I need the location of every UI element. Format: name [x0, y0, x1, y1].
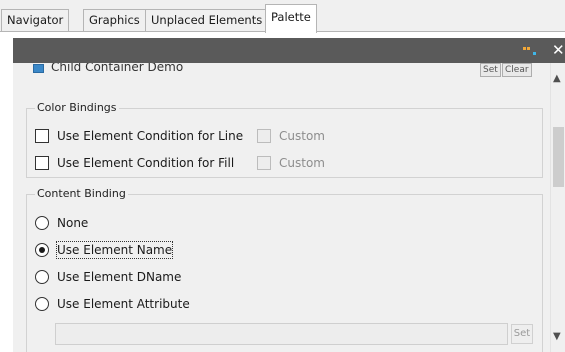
fill-condition-row: Use Element Condition for Fill Custom — [35, 155, 535, 173]
fill-condition-label[interactable]: Use Element Condition for Fill — [57, 155, 234, 171]
line-custom-label: Custom — [279, 129, 325, 143]
scroll-up-icon[interactable]: ▲ — [553, 73, 561, 84]
radio-none[interactable]: None — [35, 215, 335, 233]
line-condition-label[interactable]: Use Element Condition for Line — [57, 128, 243, 144]
radio-element-name-button[interactable] — [35, 243, 49, 257]
line-condition-row: Use Element Condition for Line Custom — [35, 128, 535, 146]
vertical-scrollbar[interactable]: ▲ ▼ — [550, 63, 565, 352]
line-condition-checkbox[interactable] — [35, 129, 49, 143]
panel-toolbar: ✕ — [13, 38, 565, 63]
child-container-row: Child Container Demo Set Clear — [13, 63, 550, 85]
container-icon — [33, 64, 44, 73]
radio-none-label[interactable]: None — [57, 215, 88, 231]
radio-selected-dot — [39, 247, 45, 253]
radio-element-attribute[interactable]: Use Element Attribute — [35, 296, 335, 314]
scroll-down-icon[interactable]: ▼ — [553, 331, 561, 342]
attribute-input[interactable] — [55, 323, 508, 345]
tab-palette[interactable]: Palette — [265, 4, 317, 33]
set-button[interactable]: Set — [480, 63, 501, 77]
fill-custom-label: Custom — [279, 156, 325, 170]
palette-icon[interactable] — [522, 46, 538, 56]
attribute-set-button[interactable]: Set — [511, 324, 533, 344]
palette-content: Child Container Demo Set Clear Color Bin… — [13, 63, 550, 352]
radio-element-name[interactable]: Use Element Name — [35, 241, 335, 260]
close-icon[interactable]: ✕ — [552, 41, 565, 59]
line-custom-checkbox[interactable] — [257, 129, 271, 143]
color-bindings-group: Color Bindings Use Element Condition for… — [26, 101, 543, 178]
tab-navigator[interactable]: Navigator — [1, 9, 70, 32]
content-binding-title: Content Binding — [35, 187, 128, 200]
radio-element-attribute-label[interactable]: Use Element Attribute — [57, 296, 190, 312]
fill-condition-checkbox[interactable] — [35, 156, 49, 170]
radio-element-dname-label[interactable]: Use Element DName — [57, 269, 181, 285]
tab-graphics[interactable]: Graphics — [83, 9, 146, 32]
clear-button[interactable]: Clear — [502, 63, 532, 77]
radio-element-dname-button[interactable] — [35, 270, 49, 284]
tab-bar: Navigator Graphics Unplaced Elements Pal… — [0, 0, 565, 33]
radio-none-button[interactable] — [35, 216, 49, 230]
radio-element-name-label[interactable]: Use Element Name — [55, 241, 174, 259]
scrollbar-thumb[interactable] — [553, 127, 564, 187]
child-container-label: Child Container Demo — [51, 63, 184, 74]
fill-custom-checkbox[interactable] — [257, 156, 271, 170]
color-bindings-title: Color Bindings — [35, 101, 119, 114]
radio-element-dname[interactable]: Use Element DName — [35, 269, 335, 287]
tab-unplaced-elements[interactable]: Unplaced Elements — [145, 9, 269, 32]
radio-element-attribute-button[interactable] — [35, 297, 49, 311]
